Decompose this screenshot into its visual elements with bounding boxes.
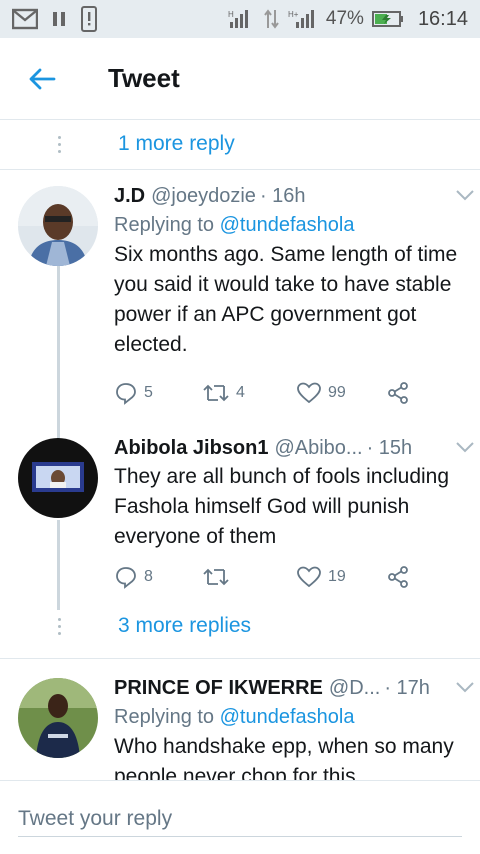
tweet-text: Who handshake epp, when so many people n… bbox=[114, 735, 454, 780]
more-replies-link[interactable]: 3 more replies bbox=[118, 614, 251, 638]
replying-to-label: Replying to bbox=[114, 706, 215, 728]
svg-text:H: H bbox=[228, 10, 234, 19]
author-name[interactable]: PRINCE OF IKWERRE bbox=[114, 674, 323, 702]
tweet-meta: PRINCE OF IKWERRE @D... · 17h bbox=[114, 674, 464, 702]
avatar[interactable] bbox=[18, 678, 98, 758]
author-handle[interactable]: @joeydozie bbox=[151, 182, 256, 210]
like-button[interactable]: 19 bbox=[296, 565, 346, 589]
retweet-icon bbox=[203, 568, 229, 586]
chevron-down-icon[interactable] bbox=[454, 438, 476, 456]
pause-icon bbox=[52, 10, 66, 28]
divider bbox=[0, 169, 480, 170]
share-button[interactable] bbox=[386, 565, 410, 589]
reply-icon bbox=[116, 383, 136, 405]
tweet-item[interactable]: J.D @joeydozie · 16h Replying to @tundef… bbox=[0, 182, 480, 432]
share-icon bbox=[388, 566, 408, 588]
retweet-button[interactable] bbox=[202, 566, 236, 588]
like-count: 19 bbox=[328, 568, 346, 585]
share-icon bbox=[388, 382, 408, 404]
chevron-down-icon[interactable] bbox=[454, 186, 476, 204]
like-count: 99 bbox=[328, 384, 346, 401]
like-button[interactable]: 99 bbox=[296, 381, 346, 405]
tweet-actions: 8 19 bbox=[114, 562, 454, 592]
author-name[interactable]: Abibola Jibson1 bbox=[114, 434, 268, 462]
mention-link[interactable]: @tundefashola bbox=[220, 706, 355, 728]
author-handle[interactable]: @D... bbox=[329, 674, 380, 702]
reply-composer bbox=[0, 780, 480, 854]
avatar[interactable] bbox=[18, 186, 98, 266]
tweet-text: They are all bunch of fools including Fa… bbox=[114, 465, 450, 548]
author-handle[interactable]: @Abibo... bbox=[274, 434, 362, 462]
thread-dots-icon bbox=[0, 135, 118, 153]
heart-icon bbox=[297, 382, 321, 404]
clock: 16:14 bbox=[417, 7, 468, 30]
signal-icon: H bbox=[228, 8, 256, 30]
alert-phone-icon bbox=[80, 6, 98, 32]
heart-icon bbox=[297, 566, 321, 588]
reply-input[interactable] bbox=[18, 801, 462, 837]
replying-to: Replying to @tundefashola bbox=[114, 210, 464, 240]
reply-icon bbox=[116, 567, 136, 589]
tweet-text: Six months ago. Same length of time you … bbox=[114, 243, 458, 356]
gmail-notification-icon bbox=[12, 8, 38, 30]
battery-icon bbox=[371, 10, 404, 28]
more-replies-link[interactable]: 1 more reply bbox=[118, 132, 235, 156]
data-transfer-icon bbox=[264, 8, 280, 30]
tweet-time: · 16h bbox=[259, 185, 306, 207]
signal-icon-2: H+ bbox=[288, 8, 318, 30]
share-button[interactable] bbox=[386, 381, 410, 405]
divider bbox=[0, 658, 480, 659]
retweet-button[interactable]: 4 bbox=[202, 382, 245, 404]
tweet-item[interactable]: Abibola Jibson1 @Abibo... · 15h They are… bbox=[0, 434, 480, 604]
reply-button[interactable]: 8 bbox=[114, 565, 153, 589]
retweet-count: 4 bbox=[236, 384, 245, 401]
reply-count: 8 bbox=[144, 568, 153, 585]
replying-to-label: Replying to bbox=[114, 214, 215, 236]
more-replies-row[interactable]: 1 more reply bbox=[0, 120, 480, 168]
status-bar: H H+ 47% 16:14 bbox=[0, 0, 480, 38]
reply-count: 5 bbox=[144, 384, 153, 401]
mention-link[interactable]: @tundefashola bbox=[220, 214, 355, 236]
page-title: Tweet bbox=[108, 63, 180, 93]
more-replies-row[interactable]: 3 more replies bbox=[0, 602, 480, 650]
thread-dots-icon bbox=[0, 617, 118, 635]
tweet-meta: Abibola Jibson1 @Abibo... · 15h bbox=[114, 434, 464, 462]
app-header: Tweet bbox=[0, 38, 480, 120]
tweet-item[interactable]: PRINCE OF IKWERRE @D... · 17h Replying t… bbox=[0, 674, 480, 780]
tweet-time: · 17h bbox=[384, 677, 430, 699]
author-name[interactable]: J.D bbox=[114, 182, 145, 210]
reply-button[interactable]: 5 bbox=[114, 381, 153, 405]
back-button[interactable] bbox=[0, 38, 84, 120]
tweet-actions: 5 4 99 bbox=[114, 378, 454, 408]
chevron-down-icon[interactable] bbox=[454, 678, 476, 696]
avatar[interactable] bbox=[18, 438, 98, 518]
conversation-list: 1 more reply J.D @joeydozie · 16h Replyi… bbox=[0, 120, 480, 780]
tweet-time: · 15h bbox=[366, 437, 413, 459]
svg-text:H+: H+ bbox=[288, 10, 299, 19]
replying-to: Replying to @tundefashola bbox=[114, 702, 464, 732]
back-arrow-icon bbox=[29, 68, 56, 89]
battery-percent: 47% bbox=[325, 8, 364, 29]
retweet-icon bbox=[203, 384, 229, 402]
tweet-meta: J.D @joeydozie · 16h bbox=[114, 182, 464, 210]
